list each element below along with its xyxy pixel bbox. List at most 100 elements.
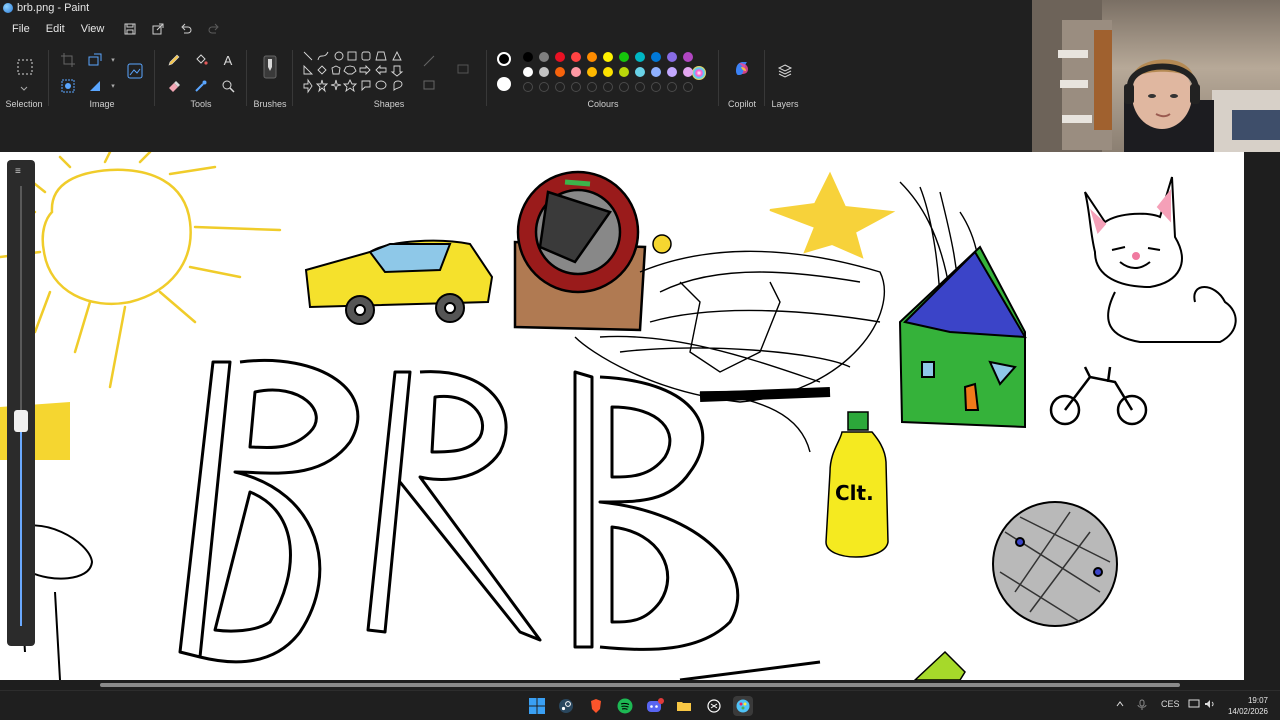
colour-swatch[interactable]	[667, 52, 677, 62]
steam-icon[interactable]	[556, 696, 576, 716]
share-icon[interactable]	[148, 19, 168, 39]
colours-label: Colours	[587, 99, 619, 109]
custom-colour-slot[interactable]	[683, 82, 693, 92]
horizontal-scrollbar[interactable]	[0, 680, 1280, 690]
colour-swatch[interactable]	[619, 52, 629, 62]
colour-swatch[interactable]	[603, 67, 613, 77]
smiley-drawing	[652, 234, 672, 254]
brush-icon[interactable]	[260, 55, 280, 81]
file-explorer-icon[interactable]	[674, 696, 694, 716]
text-tool-icon[interactable]: A	[219, 51, 237, 69]
copilot-icon[interactable]	[732, 58, 752, 78]
brb-letters-drawing	[178, 359, 740, 664]
drawing-canvas[interactable]: Clt. ≡	[0, 152, 1244, 680]
colour-swatch[interactable]	[523, 52, 533, 62]
colour-swatch[interactable]	[683, 67, 693, 77]
webcam-overlay	[1032, 0, 1280, 152]
scribble-line-drawing	[679, 660, 821, 680]
chevron-down-icon[interactable]: ▾	[104, 51, 122, 69]
save-icon[interactable]	[120, 19, 140, 39]
colour-swatch[interactable]	[635, 67, 645, 77]
discord-icon[interactable]	[645, 696, 665, 716]
partial-shape-drawing	[913, 650, 966, 680]
shape-arrange-icon[interactable]	[454, 60, 472, 78]
layers-icon[interactable]	[776, 62, 794, 80]
chevron-down-icon[interactable]: ▾	[104, 77, 122, 95]
cat-drawing	[1084, 176, 1237, 343]
zoom-fit-icon[interactable]: ≡	[15, 166, 21, 177]
redo-icon[interactable]	[204, 19, 224, 39]
image-generator-icon[interactable]	[126, 62, 144, 80]
fill-bucket-icon[interactable]	[192, 51, 210, 69]
menu-view[interactable]: View	[73, 18, 113, 40]
colour-swatch[interactable]	[619, 67, 629, 77]
colour-swatch[interactable]	[651, 67, 661, 77]
chevron-up-icon[interactable]	[1115, 699, 1125, 711]
spotify-icon[interactable]	[615, 696, 635, 716]
star-drawing	[769, 171, 896, 259]
colour-swatch[interactable]	[667, 67, 677, 77]
active-secondary-color[interactable]	[497, 77, 511, 91]
colour-swatch[interactable]	[587, 52, 597, 62]
colour-swatch[interactable]	[651, 52, 661, 62]
custom-colour-slot[interactable]	[603, 82, 613, 92]
custom-colour-slot[interactable]	[555, 82, 565, 92]
colours-group: Colours	[488, 42, 718, 114]
drawing-artwork: Clt.	[0, 152, 1237, 680]
shapes-group: Shapes	[294, 42, 484, 114]
selection-group: Selection	[0, 42, 48, 114]
brave-browser-icon[interactable]	[586, 696, 606, 716]
custom-colour-slot[interactable]	[539, 82, 549, 92]
undo-icon[interactable]	[176, 19, 196, 39]
menu-edit[interactable]: Edit	[38, 18, 73, 40]
shape-fill-icon[interactable]	[420, 76, 438, 94]
custom-colour-slot[interactable]	[571, 82, 581, 92]
microphone-icon[interactable]	[1137, 699, 1147, 713]
eraser-icon[interactable]	[165, 77, 183, 95]
system-clock[interactable]: 19:07 14/02/2026	[1228, 695, 1268, 717]
color-picker-icon[interactable]	[192, 77, 210, 95]
colour-swatch[interactable]	[555, 67, 565, 77]
custom-colour-slot[interactable]	[523, 82, 533, 92]
colour-swatch[interactable]	[571, 67, 581, 77]
colour-swatch[interactable]	[635, 52, 645, 62]
colour-swatch[interactable]	[555, 52, 565, 62]
chatgpt-icon[interactable]	[704, 696, 724, 716]
shape-outline-icon[interactable]	[420, 52, 438, 70]
rectangle-select-icon[interactable]	[15, 57, 35, 77]
menu-file[interactable]: File	[4, 18, 38, 40]
resize-icon[interactable]	[86, 51, 104, 69]
paint-taskbar-icon[interactable]	[733, 696, 753, 716]
monitor-icon[interactable]	[1188, 699, 1200, 711]
colour-swatch[interactable]	[571, 52, 581, 62]
remove-background-icon[interactable]	[59, 77, 77, 95]
chevron-down-icon[interactable]	[15, 80, 33, 98]
shapes-gallery[interactable]	[302, 50, 412, 98]
colour-swatch[interactable]	[683, 52, 693, 62]
zoom-thumb[interactable]	[14, 410, 28, 432]
colour-swatch[interactable]	[523, 67, 533, 77]
horizontal-scroll-thumb[interactable]	[100, 683, 1180, 687]
ribbon-divider	[764, 50, 765, 106]
windows-start-icon[interactable]	[527, 696, 547, 716]
magnifier-icon[interactable]	[219, 77, 237, 95]
image-group: ▾ ▾ Image	[50, 42, 154, 114]
active-primary-color[interactable]	[497, 52, 511, 66]
pencil-icon[interactable]	[165, 51, 183, 69]
copilot-group: Copilot	[720, 42, 764, 114]
custom-colour-slot[interactable]	[635, 82, 645, 92]
custom-colour-slot[interactable]	[619, 82, 629, 92]
colour-swatch[interactable]	[603, 52, 613, 62]
colour-swatch[interactable]	[539, 52, 549, 62]
colour-swatch[interactable]	[539, 67, 549, 77]
vertical-scrollbar[interactable]	[1244, 152, 1280, 680]
crop-icon[interactable]	[59, 51, 77, 69]
custom-colour-slot[interactable]	[651, 82, 661, 92]
colour-swatch[interactable]	[587, 67, 597, 77]
volume-icon[interactable]	[1204, 699, 1216, 711]
language-indicator[interactable]: CES	[1161, 699, 1180, 709]
custom-colour-slot[interactable]	[667, 82, 677, 92]
zoom-slider[interactable]: ≡	[7, 160, 35, 646]
rotate-icon[interactable]	[86, 77, 104, 95]
custom-colour-slot[interactable]	[587, 82, 597, 92]
